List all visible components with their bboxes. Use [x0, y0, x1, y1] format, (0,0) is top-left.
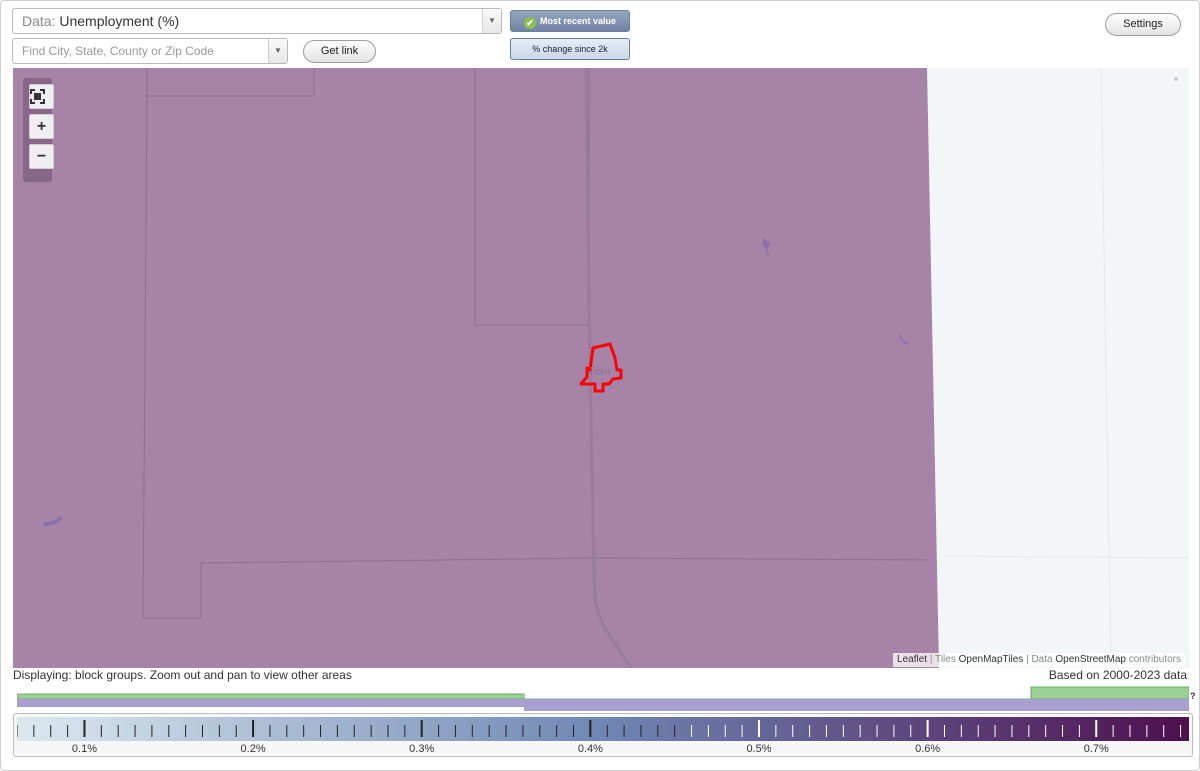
fullscreen-icon[interactable]	[29, 84, 54, 109]
chevron-down-icon[interactable]: ▼	[482, 9, 501, 33]
map-canvas[interactable]: Tickn	[13, 68, 1189, 668]
displaying-note: Displaying: block groups. Zoom out and p…	[13, 668, 352, 682]
data-selector-value: Unemployment (%)	[59, 13, 180, 29]
legend-scale[interactable]: 0.1% 0.2% 0.3% 0.4% 0.5% 0.6% 0.7%	[13, 713, 1193, 757]
legend-tick-label: 0.4%	[578, 743, 603, 755]
most-recent-value-button[interactable]: ✔ Most recent value	[510, 10, 630, 32]
map-dot	[1174, 77, 1178, 81]
location-search[interactable]: ▼	[12, 38, 288, 64]
attribution-separator: |	[1026, 654, 1029, 665]
data-selector-prefix: Data:	[22, 13, 56, 29]
zoom-out-button[interactable]: −	[29, 144, 54, 169]
legend-tick-label: 0.5%	[746, 743, 771, 755]
most-recent-value-label: Most recent value	[539, 16, 617, 26]
legend-tick-label: 0.6%	[915, 743, 940, 755]
data-range-note: Based on 2000-2023 data	[1048, 668, 1187, 682]
legend-canvas: 0.1% 0.2% 0.3% 0.4% 0.5% 0.6% 0.7%	[17, 717, 1189, 755]
percent-change-button[interactable]: % change since 2k	[510, 38, 630, 60]
data-selector[interactable]: Data: Unemployment (%) ▼	[12, 8, 502, 34]
search-input[interactable]	[22, 40, 262, 62]
zoom-controls: + −	[23, 78, 54, 182]
legend-gradient	[17, 717, 1189, 741]
chevron-down-icon[interactable]: ▼	[268, 39, 287, 63]
distribution-strip	[17, 686, 1189, 711]
distribution-band	[524, 699, 1189, 711]
attribution-separator: |	[929, 654, 933, 665]
legend-tick-label: 0.1%	[72, 743, 97, 755]
place-label: Tickn	[589, 366, 610, 376]
distribution-band	[17, 699, 524, 707]
zoom-in-button[interactable]: +	[29, 114, 54, 139]
legend-tick-label: 0.3%	[409, 743, 434, 755]
openmaptiles-link[interactable]: OpenMapTiles	[959, 654, 1024, 665]
legend-tick-label: 0.2%	[241, 743, 266, 755]
help-icon[interactable]: ?	[1190, 691, 1196, 701]
attribution-tiles-prefix: Tiles	[935, 654, 956, 665]
distribution-green-band	[17, 686, 1189, 700]
app-frame: Data: Unemployment (%) ▼ ▼ Get link ✔Mos…	[0, 0, 1200, 771]
checkmark-icon: ✔	[523, 17, 536, 29]
map-attribution: Leaflet | Tiles OpenMapTiles | Data Open…	[893, 653, 1185, 667]
leaflet-link[interactable]: Leaflet	[897, 654, 927, 665]
block-group-region[interactable]	[13, 68, 939, 668]
get-link-button[interactable]: Get link	[303, 40, 376, 63]
settings-button[interactable]: Settings	[1105, 13, 1181, 36]
openstreetmap-link[interactable]: OpenStreetMap	[1055, 654, 1126, 665]
attribution-data-prefix: Data	[1031, 654, 1053, 665]
map-view[interactable]: Tickn + − Leaflet | Tiles OpenMapTiles |…	[13, 68, 1189, 668]
fullscreen-icon-glyph	[30, 89, 45, 104]
legend-tick-label: 0.7%	[1084, 743, 1109, 755]
attribution-data-suffix: contributors	[1128, 654, 1181, 665]
